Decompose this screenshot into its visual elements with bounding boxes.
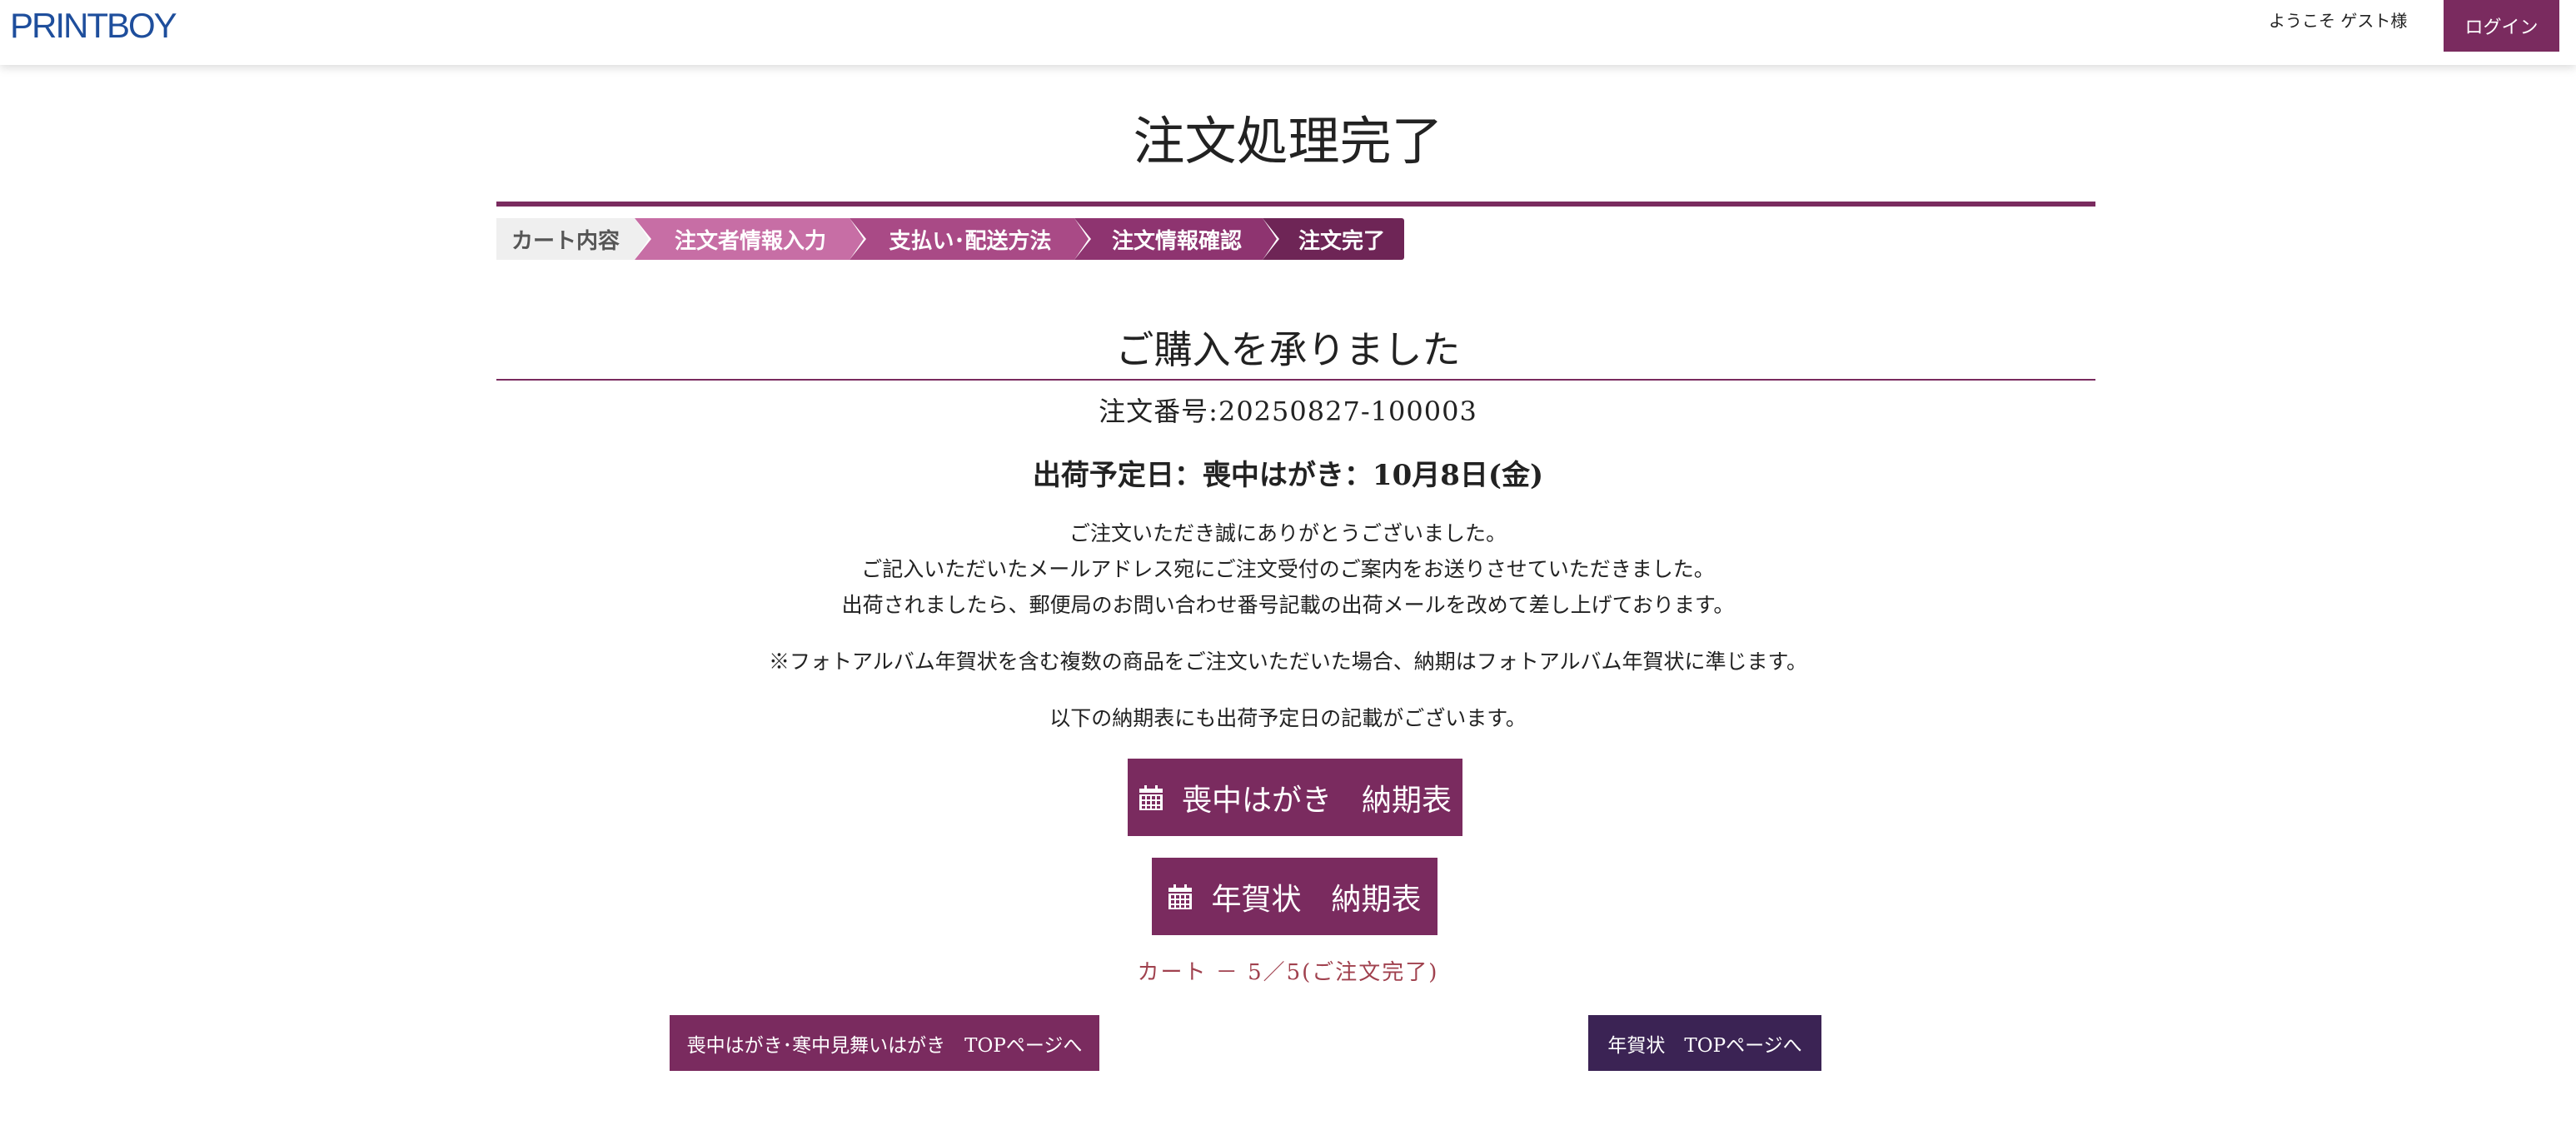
step-label: 注文情報確認 [1111,228,1242,254]
nenga-schedule-label: 年賀状 納期表 [1211,882,1422,917]
welcome-text: ようこそ ゲスト様 [2269,11,2408,31]
login-button[interactable]: ログイン [2444,0,2559,52]
thanks-message: ご注文いただき誠にありがとうございました。 [1069,521,1507,545]
step-cart-contents: カート内容 [496,218,651,260]
step-payment-shipping: 支払い･配送方法 [850,218,1091,260]
calendar-icon [1139,784,1163,811]
nenga-top-page-button[interactable]: 年賀状 TOPページへ [1588,1015,1821,1071]
step-label: 注文者情報入力 [674,228,826,254]
email-sent-message: ご記入いただいたメールアドレス宛にご注文受付のご案内をお送りさせていただきました… [861,557,1715,581]
ship-date: 出荷予定日：喪中はがき：10月8日(金) [1032,459,1544,492]
title-divider [496,202,2095,207]
photo-album-note: ※フォトアルバム年賀状を含む複数の商品をご注文いただいた場合、納期はフォトアルバ… [768,650,1807,674]
cart-status: カート － 5／5(ご注文完了) [1137,960,1439,985]
page-title: 注文処理完了 [1133,111,1443,172]
calendar-icon [1168,884,1193,910]
section-divider [496,379,2095,381]
nenga-schedule-button[interactable]: 年賀状 納期表 [1152,858,1437,935]
step-order-complete: 注文完了 [1263,218,1404,260]
mochu-schedule-label: 喪中はがき 納期表 [1181,783,1452,818]
step-order-confirm: 注文情報確認 [1074,218,1279,260]
site-header: PRINTBOY ようこそ ゲスト様 ログイン [0,0,2576,65]
step-label: カート内容 [511,228,620,254]
shipping-mail-message: 出荷されましたら、郵便局のお問い合わせ番号記載の出荷メールを改めて差し上げており… [841,593,1735,617]
schedule-note: 以下の納期表にも出荷予定日の記載がございます。 [1049,706,1527,730]
order-progress-steps: カート内容 注文者情報入力 支払い･配送方法 注文情報確認 注文完了 [496,218,1413,260]
order-number: 注文番号:20250827-100003 [1099,396,1477,427]
mochu-top-page-button[interactable]: 喪中はがき･寒中見舞いはがき TOPページへ [670,1015,1099,1071]
printboy-logo[interactable]: PRINTBOY [10,5,177,47]
step-customer-info: 注文者情報入力 [635,218,866,260]
purchase-complete-heading: ご購入を承りました [1115,327,1461,372]
mochu-schedule-button[interactable]: 喪中はがき 納期表 [1128,759,1462,836]
step-label: 注文完了 [1298,228,1385,254]
step-label: 支払い･配送方法 [889,228,1052,254]
